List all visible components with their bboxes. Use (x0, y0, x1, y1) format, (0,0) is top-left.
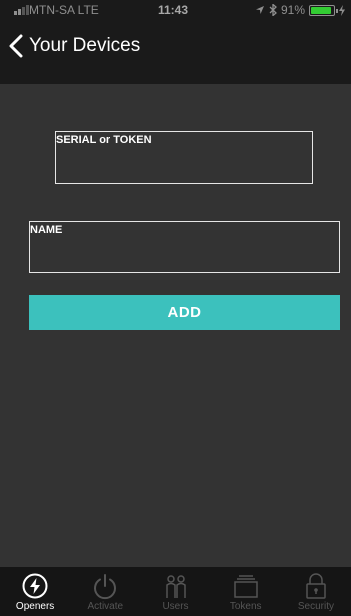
serial-token-input[interactable] (58, 158, 310, 180)
location-icon (255, 6, 264, 14)
tokens-icon (233, 575, 258, 598)
carrier-label: MTN-SA LTE (29, 3, 99, 17)
battery-percent: 91% (280, 3, 305, 17)
tab-bar: Openers Activate Users Tokens Security (0, 567, 351, 616)
tab-label: Users (162, 601, 189, 612)
navigation-bar: Your Devices (0, 20, 351, 84)
bluetooth-icon (269, 4, 277, 16)
tab-label: Openers (15, 601, 55, 612)
tab-users[interactable]: Users (140, 567, 210, 616)
tab-label: Tokens (229, 601, 262, 612)
serial-token-label: SERIAL or TOKEN (56, 134, 152, 146)
page-title: Your Devices (29, 35, 141, 56)
signal-strength-icon (14, 5, 29, 15)
battery-icon (309, 4, 338, 16)
back-button[interactable]: Your Devices (8, 34, 140, 58)
status-right: 91% (255, 3, 345, 17)
tab-label: Activate (87, 601, 124, 612)
serial-token-field[interactable]: SERIAL or TOKEN (55, 131, 313, 184)
name-label: NAME (30, 224, 63, 236)
status-bar: MTN-SA LTE 11:43 91% (0, 0, 351, 20)
users-icon (165, 575, 186, 598)
tab-tokens[interactable]: Tokens (211, 567, 281, 616)
name-input[interactable] (32, 247, 337, 269)
name-field[interactable]: NAME (29, 221, 340, 273)
tab-label: Security (297, 601, 334, 612)
clock: 11:43 (158, 3, 189, 17)
tab-activate[interactable]: Activate (70, 567, 140, 616)
power-icon (94, 574, 117, 600)
bolt-icon (22, 573, 48, 599)
chevron-left-icon (9, 34, 23, 58)
charging-icon (339, 4, 345, 16)
tab-security[interactable]: Security (281, 567, 351, 616)
tab-openers[interactable]: Openers (0, 567, 70, 616)
add-button[interactable]: ADD (29, 295, 340, 330)
lock-icon (306, 573, 326, 599)
